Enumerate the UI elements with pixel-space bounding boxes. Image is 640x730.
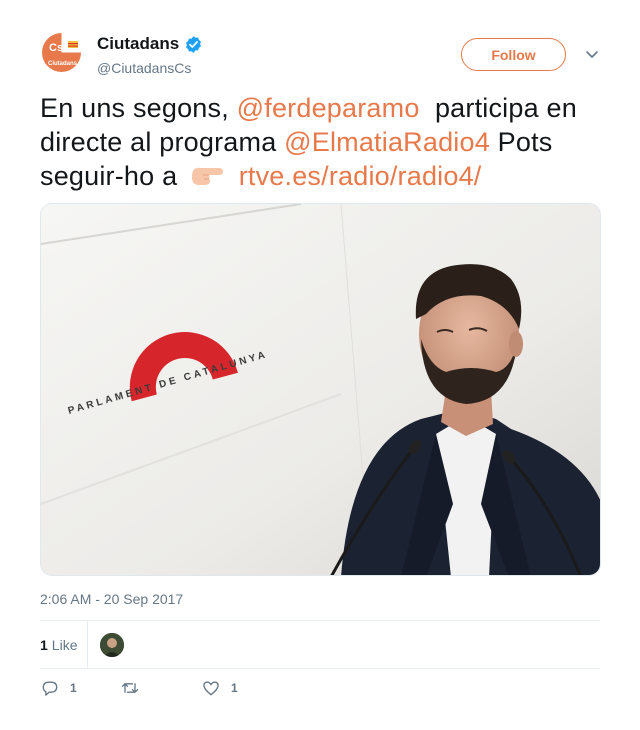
author-avatar[interactable]: Cs Ciutadans [40,31,83,74]
svg-text:Cs: Cs [49,42,63,54]
tweet-line-1: En uns segons, @ferdeparamo participa en [40,92,600,126]
retweet-action[interactable] [120,678,150,698]
tweet-text-segment: directe al programa [40,127,277,157]
likes-stat-count: 1 [40,637,48,653]
chevron-down-icon[interactable] [585,47,599,61]
mention-elmatiaradio4[interactable]: @ElmatiaRadio4 [284,127,490,157]
tweet-text-segment: seguir-ho a [40,161,178,191]
like-action[interactable]: 1 [201,678,238,698]
liker-avatar-image [100,633,124,657]
ciutadans-logo-icon: Cs Ciutadans [42,33,81,72]
name-row: Ciutadans [97,34,203,54]
tweet-text-segment: En uns segons, [40,93,229,123]
tweet-media-photo[interactable]: PARLAMENT DE CATALUNYA [40,203,601,576]
stats-divider [87,621,88,669]
reply-action[interactable]: 1 [40,678,77,698]
svg-text:Ciutadans: Ciutadans [48,61,78,67]
heart-icon [203,681,219,696]
tweet-line-3: seguir-ho a rtve.es/radio/radio4/ [40,160,600,194]
retweet-icon [121,683,139,693]
tweet-text-segment: participa en [434,93,577,123]
likes-stat[interactable]: 1 Like [40,637,77,653]
tweet-text: En uns segons, @ferdeparamo participa en… [40,92,600,194]
reply-count: 1 [70,681,77,695]
tweet-stats: 1 Like [40,620,600,669]
tweet-header: Cs Ciutadans Ciutadans @CiutadansCs Foll… [40,31,600,79]
follow-button[interactable]: Follow [461,38,566,71]
tweet-timestamp[interactable]: 2:06 AM - 20 Sep 2017 [40,591,183,607]
press-conference-photo: PARLAMENT DE CATALUNYA [41,204,600,575]
likes-stat-label: Like [51,637,78,653]
liker-avatar[interactable] [100,633,124,657]
tweet-actions: 1 1 [40,678,600,702]
like-count: 1 [231,681,238,695]
tweet-text-segment: Pots [497,127,553,157]
verified-badge-icon [186,35,202,53]
mention-ferdeparamo[interactable]: @ferdeparamo [237,93,420,123]
author-display-name[interactable]: Ciutadans [97,34,179,54]
reply-icon [42,681,58,696]
pointing-right-hand-icon [191,167,223,185]
author-handle[interactable]: @CiutadansCs [97,60,191,76]
tweet-url-link[interactable]: rtve.es/radio/radio4/ [239,161,482,191]
tweet-line-2: directe al programa @ElmatiaRadio4 Pots [40,126,600,160]
